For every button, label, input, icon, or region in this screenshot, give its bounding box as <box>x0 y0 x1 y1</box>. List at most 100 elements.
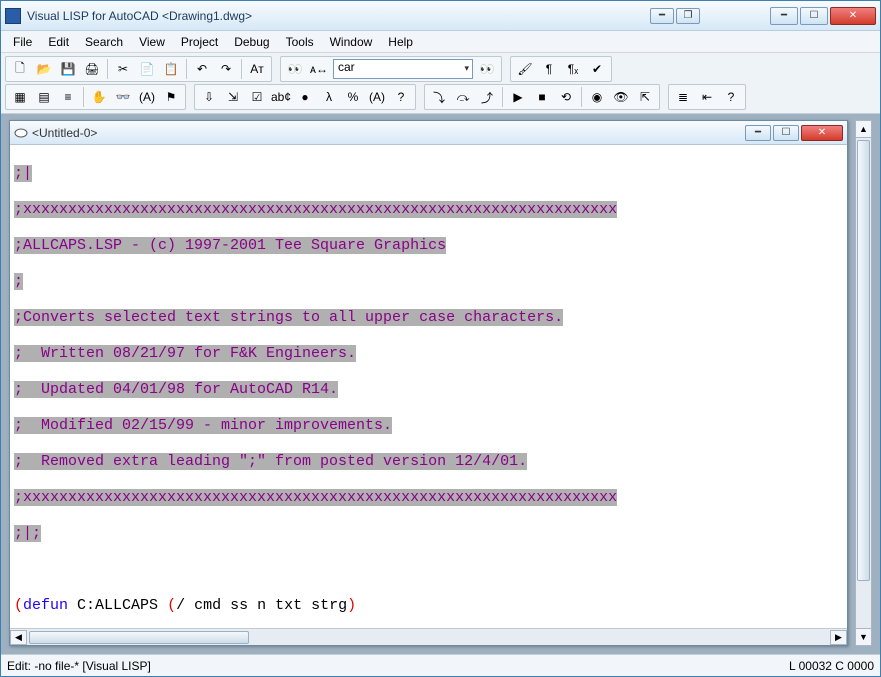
eval-last2-button[interactable]: (A) <box>366 86 388 108</box>
load-button[interactable]: ⇩ <box>198 86 220 108</box>
toggle-bp-button[interactable]: ◉ <box>586 86 608 108</box>
breakpoint-icon: ● <box>301 90 308 104</box>
apropos-icon: (A) <box>139 90 155 104</box>
lambda-icon: λ <box>326 90 332 104</box>
add-watch-button[interactable]: 👁 <box>610 86 632 108</box>
step-over-button[interactable]: ⤼ <box>452 86 474 108</box>
find-next-button[interactable]: 👀 <box>476 58 498 80</box>
quit-button[interactable]: ■ <box>531 86 553 108</box>
scroll-vtrack[interactable] <box>856 138 871 628</box>
trace-button[interactable]: ≡ <box>57 86 79 108</box>
last-break-button[interactable]: ⇱ <box>634 86 656 108</box>
copy-button[interactable]: 📄 <box>136 58 158 80</box>
undo-button[interactable]: ↶ <box>191 58 213 80</box>
indent-button[interactable]: ≣ <box>672 86 694 108</box>
reset-button[interactable]: ⟲ <box>555 86 577 108</box>
check-icon: ✔ <box>592 62 602 76</box>
menu-search[interactable]: Search <box>77 33 131 51</box>
menu-window[interactable]: Window <box>322 33 381 51</box>
chevron-up-icon: ▲ <box>859 124 868 134</box>
scroll-right-button[interactable]: ▶ <box>830 630 847 645</box>
menu-view[interactable]: View <box>131 33 173 51</box>
new-file-icon: 🗋 <box>15 59 25 80</box>
uncomment-button[interactable]: ¶ₓ <box>562 58 584 80</box>
menu-bar: File Edit Search View Project Debug Tool… <box>1 31 880 53</box>
maximize-button[interactable]: ☐ <box>800 7 828 25</box>
outdent-button[interactable]: ⇤ <box>696 86 718 108</box>
help-icon: ? <box>398 90 405 104</box>
minimize-button[interactable]: ━ <box>770 7 798 25</box>
search-toolbar: 👀 ᴀ↔ car ▾ 👀 <box>280 56 502 82</box>
mdi-vertical-scrollbar[interactable]: ▲ ▼ <box>855 120 872 646</box>
hand-icon: ✋ <box>92 90 107 104</box>
paste-button[interactable]: 📋 <box>160 58 182 80</box>
scroll-down-button[interactable]: ▼ <box>856 628 871 645</box>
scroll-left-button[interactable]: ◀ <box>10 630 27 645</box>
scroll-track[interactable] <box>27 630 830 645</box>
new-file-button[interactable]: 🗋 <box>9 58 31 80</box>
print-button[interactable]: 🖨 <box>81 58 103 80</box>
title-bar[interactable]: Visual LISP for AutoCAD <Drawing1.dwg> ━… <box>1 1 880 31</box>
eval-sel-button[interactable]: λ <box>318 86 340 108</box>
vlisp-console-button[interactable]: ▤ <box>33 86 55 108</box>
continue-button[interactable]: ▶ <box>507 86 529 108</box>
status-bar: Edit: -no file-* [Visual LISP] L 00032 C… <box>1 654 880 676</box>
replace-button[interactable]: ᴀ↔ <box>308 58 330 80</box>
chevron-down-icon: ▼ <box>859 632 868 642</box>
bp-icon: ◉ <box>592 90 602 104</box>
activate-acad-button[interactable]: ▦ <box>9 86 31 108</box>
check-button[interactable]: ☑ <box>246 86 268 108</box>
scroll-up-button[interactable]: ▲ <box>856 121 871 138</box>
cursor-icon: ⇱ <box>640 90 650 104</box>
save-button[interactable]: 💾 <box>57 58 79 80</box>
aux-minimize-button[interactable]: ━ <box>650 8 674 24</box>
scroll-thumb[interactable] <box>29 631 249 644</box>
check-syntax-button[interactable]: ✔ <box>586 58 608 80</box>
open-file-button[interactable]: 📂 <box>33 58 55 80</box>
step-into-button[interactable]: ⤵ <box>428 86 450 108</box>
menu-debug[interactable]: Debug <box>226 33 277 51</box>
watch-add-icon: 👁 <box>613 90 628 104</box>
comment-button[interactable]: ¶ <box>538 58 560 80</box>
complete-word-button[interactable]: Aᴛ <box>246 58 268 80</box>
inspect-button[interactable]: ✋ <box>88 86 110 108</box>
step-over-icon: ⤼ <box>457 90 470 105</box>
check2-icon: ☑ <box>252 90 263 104</box>
menu-project[interactable]: Project <box>173 33 226 51</box>
code-editor[interactable]: ;| ;xxxxxxxxxxxxxxxxxxxxxxxxxxxxxxxxxxxx… <box>10 145 847 628</box>
document-window: <Untitled-0> ━ ☐ ✕ ;| ;xxxxxxxxxxxxxxxxx… <box>9 120 848 646</box>
menu-tools[interactable]: Tools <box>278 33 322 51</box>
document-title-bar[interactable]: <Untitled-0> ━ ☐ ✕ <box>10 121 847 145</box>
load-sel-button[interactable]: ⇲ <box>222 86 244 108</box>
menu-help[interactable]: Help <box>380 33 421 51</box>
window-title: Visual LISP for AutoCAD <Drawing1.dwg> <box>27 9 650 23</box>
find-button[interactable]: 👀 <box>284 58 306 80</box>
load-sel-icon: ⇲ <box>228 90 238 104</box>
glasses-icon: 👓 <box>116 90 131 104</box>
help-context-button[interactable]: ? <box>390 86 412 108</box>
play-icon: ▶ <box>513 90 522 104</box>
close-button[interactable]: ✕ <box>830 7 876 25</box>
chevron-left-icon: ◀ <box>15 632 22 643</box>
menu-file[interactable]: File <box>5 33 40 51</box>
apropos-button[interactable]: (A) <box>136 86 158 108</box>
cut-button[interactable]: ✂ <box>112 58 134 80</box>
scroll-vthumb[interactable] <box>857 140 870 581</box>
doc-horizontal-scrollbar[interactable]: ◀ ▶ <box>10 628 847 645</box>
symbol-service-button[interactable]: ⚑ <box>160 86 182 108</box>
doc-maximize-button[interactable]: ☐ <box>773 125 799 141</box>
watch-button[interactable]: 👓 <box>112 86 134 108</box>
help-button[interactable]: ? <box>720 86 742 108</box>
bp-toggle-button[interactable]: ● <box>294 86 316 108</box>
doc-close-button[interactable]: ✕ <box>801 125 843 141</box>
step-out-button[interactable]: ⤴ <box>476 86 498 108</box>
eval-last-button[interactable]: % <box>342 86 364 108</box>
format-code-button[interactable]: ab¢ <box>270 86 292 108</box>
doc-minimize-button[interactable]: ━ <box>745 125 771 141</box>
redo-button[interactable]: ↷ <box>215 58 237 80</box>
find-combo[interactable]: car ▾ <box>333 59 473 79</box>
format-button[interactable]: 🖌 <box>514 58 536 80</box>
aux-restore-button[interactable]: ❐ <box>676 8 700 24</box>
menu-edit[interactable]: Edit <box>40 33 77 51</box>
document-icon <box>14 127 28 139</box>
